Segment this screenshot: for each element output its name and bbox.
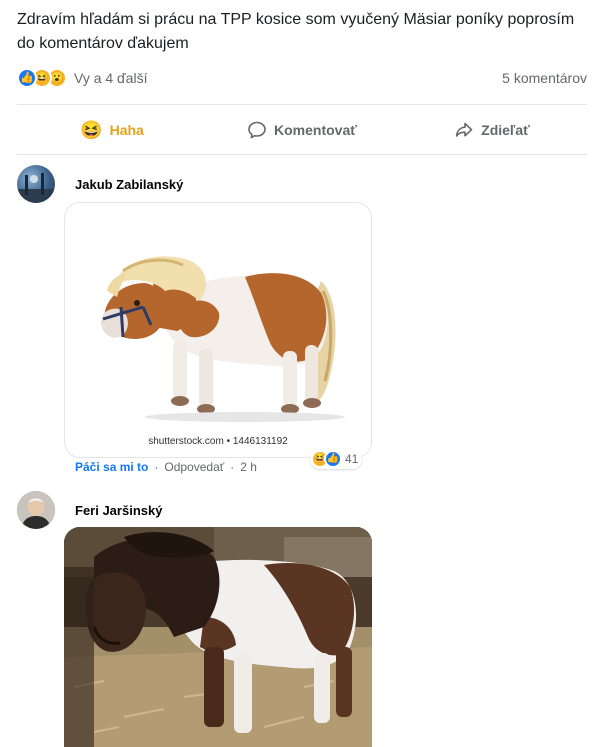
- comment-meta: Páči sa mi to · Odpovedať · 2 h: [75, 460, 257, 474]
- reply-button[interactable]: Odpovedať: [164, 460, 224, 474]
- comments-count[interactable]: 5 komentárov: [502, 70, 587, 86]
- comment-author[interactable]: Feri Jaršinský: [75, 503, 162, 518]
- reaction-names[interactable]: Vy a 4 ďalší: [74, 70, 147, 86]
- meta-separator: ·: [154, 460, 159, 474]
- divider-bottom: [17, 154, 587, 155]
- post-text: Zdravím hľadám si prácu na TPP kosice so…: [17, 11, 575, 52]
- meta-separator: ·: [230, 460, 235, 474]
- haha-icon: 😆: [80, 119, 103, 140]
- comment-label: Komentovať: [274, 122, 357, 138]
- pony-image: [101, 256, 345, 422]
- post-actions: 😆 Haha Komentovať Zdieľať: [17, 108, 587, 152]
- share-icon: [455, 122, 473, 137]
- comment-time[interactable]: 2 h: [240, 460, 257, 474]
- divider-top: [17, 104, 587, 105]
- comment-photo[interactable]: [64, 527, 372, 747]
- comment-image[interactable]: shutterstock.com • 1446131192: [64, 202, 372, 458]
- haha-label: Haha: [109, 122, 144, 138]
- pony-photo: [64, 527, 372, 747]
- reactions-summary[interactable]: 👍 😆 😮 Vy a 4 ďalší 5 komentárov: [17, 66, 587, 90]
- reaction-icons: 👍 😆 😮 Vy a 4 ďalší: [17, 68, 147, 88]
- avatar[interactable]: [17, 491, 55, 529]
- comment-button[interactable]: Komentovať: [207, 108, 397, 152]
- like-comment-button[interactable]: Páči sa mi to: [75, 460, 148, 474]
- share-label: Zdieľať: [481, 122, 530, 138]
- reaction-count: 41: [345, 452, 359, 466]
- haha-button[interactable]: 😆 Haha: [17, 108, 207, 152]
- avatar[interactable]: [17, 165, 55, 203]
- comment-reactions[interactable]: 😆 👍 41: [310, 449, 363, 469]
- comment-author[interactable]: Jakub Zabilanský: [75, 177, 183, 192]
- share-button[interactable]: Zdieľať: [397, 108, 587, 152]
- like-reaction-icon: 👍: [17, 68, 37, 88]
- comment-icon: [248, 121, 266, 139]
- image-watermark: shutterstock.com • 1446131192: [148, 436, 288, 447]
- like-reaction-icon: 👍: [324, 450, 342, 468]
